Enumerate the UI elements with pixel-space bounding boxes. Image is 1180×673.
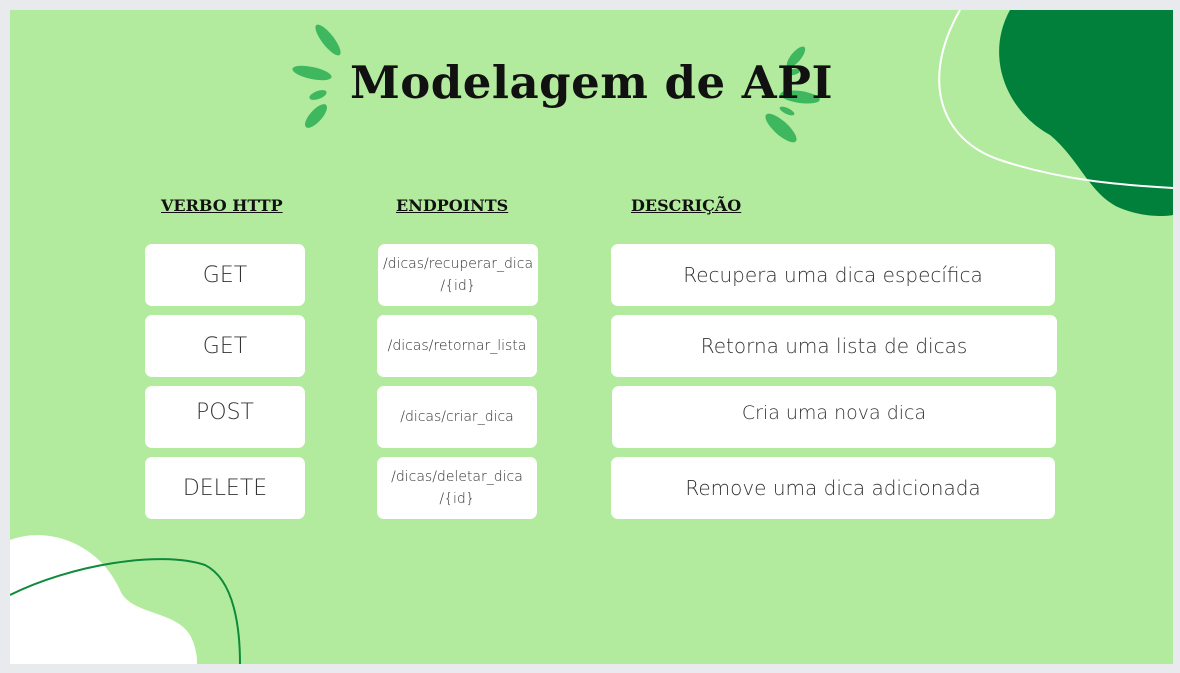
column-header-verb: VERBO HTTP (161, 196, 283, 215)
description-card: Remove uma dica adicionada (611, 457, 1055, 519)
endpoint-card: /dicas/retornar_lista (377, 315, 537, 377)
verb-card: GET (145, 315, 305, 377)
slide: Modelagem de API VERBO HTTP ENDPOINTS DE… (10, 10, 1173, 664)
verb-card: POST (145, 386, 305, 448)
description-card: Cria uma nova dica (612, 386, 1056, 448)
column-header-endpoint: ENDPOINTS (396, 196, 509, 215)
page-title: Modelagem de API (349, 56, 834, 109)
top-right-blob (999, 10, 1173, 217)
endpoint-card: /dicas/criar_dica (377, 386, 537, 448)
column-header-description: DESCRIÇÃO (631, 196, 742, 215)
description-card: Retorna uma lista de dicas (611, 315, 1057, 377)
endpoint-card: /dicas/recuperar_dica /{id} (378, 244, 538, 306)
verb-card: GET (145, 244, 305, 306)
verb-card: DELETE (145, 457, 305, 519)
endpoint-card: /dicas/deletar_dica /{id} (377, 457, 537, 519)
bottom-left-blob (10, 535, 198, 664)
description-card: Recupera uma dica específica (611, 244, 1055, 306)
